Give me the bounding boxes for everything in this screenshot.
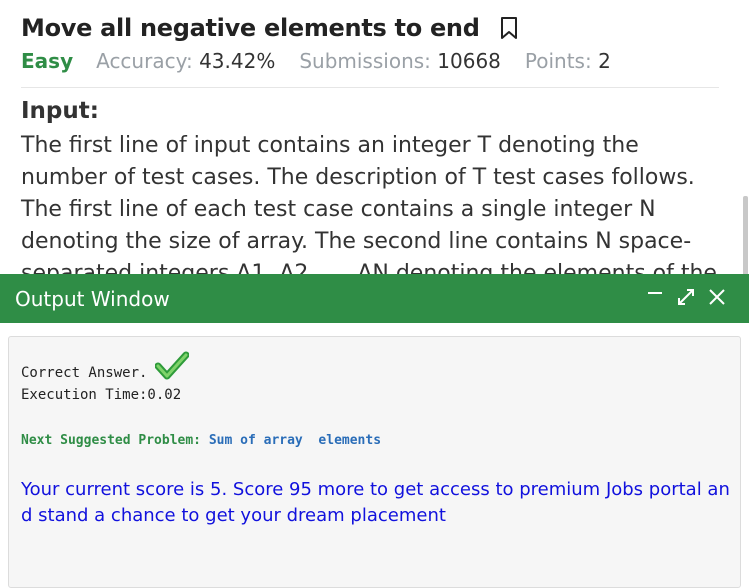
problem-panel: Move all negative elements to end Easy A… — [0, 0, 749, 274]
bookmark-icon[interactable] — [500, 16, 518, 40]
checkmark-icon — [154, 351, 190, 386]
next-suggested-link[interactable]: Sum of array elements — [209, 433, 381, 448]
execution-time: Execution Time:0.02 — [21, 387, 182, 403]
score-message: Your current score is 5. Score 95 more t… — [21, 479, 730, 526]
output-console: Correct Answer. Execution Time:0.02 Next… — [8, 336, 741, 588]
correct-answer-label: Correct Answer. — [21, 364, 148, 381]
expand-icon[interactable] — [676, 284, 696, 308]
divider — [21, 87, 719, 88]
submissions-value: 10668 — [437, 49, 501, 73]
difficulty-badge: Easy — [21, 49, 74, 73]
accuracy-label: Accuracy: — [96, 49, 193, 73]
title-row: Move all negative elements to end — [21, 14, 518, 42]
input-description: The first line of input contains an inte… — [21, 133, 717, 274]
accuracy-value: 43.42% — [199, 49, 276, 73]
output-window-header: Output Window — [0, 274, 749, 323]
correct-answer-line: Correct Answer. — [21, 351, 190, 386]
points-value: 2 — [598, 49, 611, 73]
next-suggested-label: Next Suggested Problem: — [21, 433, 202, 448]
problem-title: Move all negative elements to end — [21, 14, 480, 42]
output-window-title: Output Window — [15, 287, 170, 311]
minimize-icon[interactable] — [646, 284, 664, 306]
points-label: Points: — [524, 49, 592, 73]
input-heading: Input: — [21, 98, 99, 124]
close-icon[interactable] — [707, 284, 727, 308]
scrollbar[interactable] — [743, 196, 748, 274]
submissions-label: Submissions: — [299, 49, 431, 73]
problem-meta: Easy Accuracy: 43.42% Submissions: 10668… — [21, 49, 635, 73]
output-window: Output Window Correct Answer. Execution … — [0, 274, 749, 588]
next-suggested-problem: Next Suggested Problem: Sum of array ele… — [21, 433, 381, 448]
